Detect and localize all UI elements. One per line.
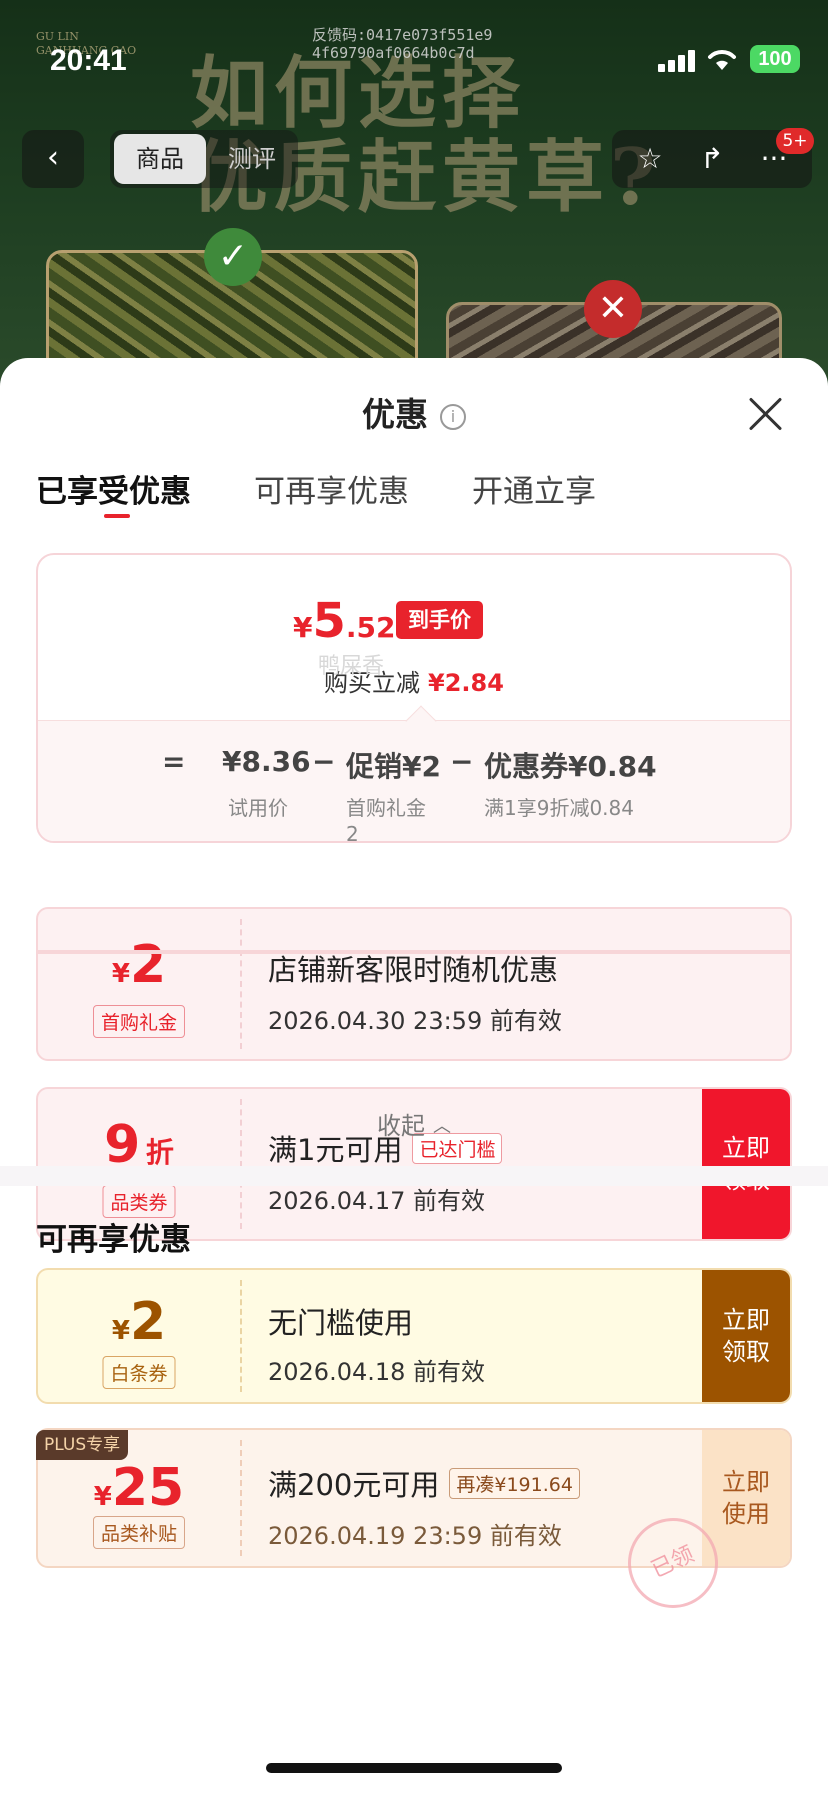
info-icon[interactable]: i [440,404,466,430]
plus-exclusive-tag: PLUS专享 [36,1430,129,1460]
final-price: ¥5.52 [293,593,396,649]
collapse-button[interactable]: 收起 ︿ [0,1106,828,1141]
tab-more[interactable]: 可再享优惠 [254,466,409,511]
tab-activate[interactable]: 开通立享 [472,466,596,511]
home-indicator [266,1763,562,1773]
nav-tabs: 商品 测评 [110,130,298,188]
star-icon[interactable]: ☆ [620,130,680,188]
coupon-baitiao: ¥2 白条券 无门槛使用 2026.04.18 前有效 立即领取 [36,1268,792,1404]
watermark: 鸭屎香 [318,654,385,679]
sheet-title: 优惠 i [0,388,828,436]
close-button[interactable] [746,394,786,434]
coupon-title: 满200元可用 再凑¥191.64 [268,1462,580,1504]
signal-icon [658,50,696,72]
tab-product[interactable]: 商品 [114,134,206,184]
claim-button[interactable]: 立即领取 [702,1270,790,1402]
calc-coupon: 优惠券¥0.84 [484,750,657,783]
back-button[interactable]: ‹ [22,130,84,188]
reduce-line: 购买立减 ¥2.84 [324,669,504,697]
calc-promo: 促销¥2 [346,750,441,783]
coupon-kind: 首购礼金 [92,1005,186,1038]
tab-enjoyed[interactable]: 已享受优惠 [36,466,191,511]
cross-icon: ✕ [584,280,642,338]
wifi-icon [708,50,736,70]
calc-promo-sub: 首购礼金 2 [346,796,426,843]
feedback-code: 反馈码:0417e073f551e9 4f69790af0664b0c7d [312,26,493,62]
check-icon: ✓ [204,228,262,286]
coupon-expiry: 2026.04.30 23:59 前有效 [268,1007,562,1035]
chevron-up-icon: ︿ [433,1116,451,1137]
coupon-kind: 白条券 [102,1356,176,1389]
tab-review[interactable]: 测评 [212,134,292,184]
coupon-expiry: 2026.04.17 前有效 [268,1187,486,1215]
coupon-kind: 品类补贴 [92,1516,186,1549]
status-time: 20:41 [50,44,127,77]
calc-minus: − [450,745,474,778]
tab-underline [104,514,130,518]
promotion-sheet: 优惠 i 已享受优惠 可再享优惠 开通立享 ¥5.52 到手价 购买立减 ¥2.84… [0,358,828,1793]
battery-icon: 100 [750,45,800,73]
message-badge: 5+ [776,128,814,154]
gap-tag: 再凑¥191.64 [449,1468,580,1499]
coupon-first-purchase: ¥2 首购礼金 店铺新客限时随机优惠 2026.04.30 23:59 前有效 [36,907,792,1061]
share-icon[interactable]: ↱ [682,130,742,188]
coupon-expiry: 2026.04.18 前有效 [268,1358,486,1386]
chevron-left-icon: ‹ [47,140,59,175]
coupon-title: 无门槛使用 [268,1306,414,1340]
use-button[interactable]: 立即使用 [702,1430,790,1566]
section-title-more: 可再享优惠 [36,1222,191,1258]
price-summary-card: ¥5.52 到手价 购买立减 ¥2.84 = ¥8.36 − 促销¥2 − 优惠券… [36,553,792,843]
calc-minus: − [312,745,336,778]
final-price-tag: 到手价 [396,601,483,639]
calc-base-price: ¥8.36 [222,745,311,778]
calc-base-sub: 试用价 [228,796,288,820]
calc-equals: = [162,745,186,778]
coupon-expiry: 2026.04.19 23:59 前有效 [268,1522,562,1550]
calc-coupon-sub: 满1享9折减0.84 [484,796,634,820]
